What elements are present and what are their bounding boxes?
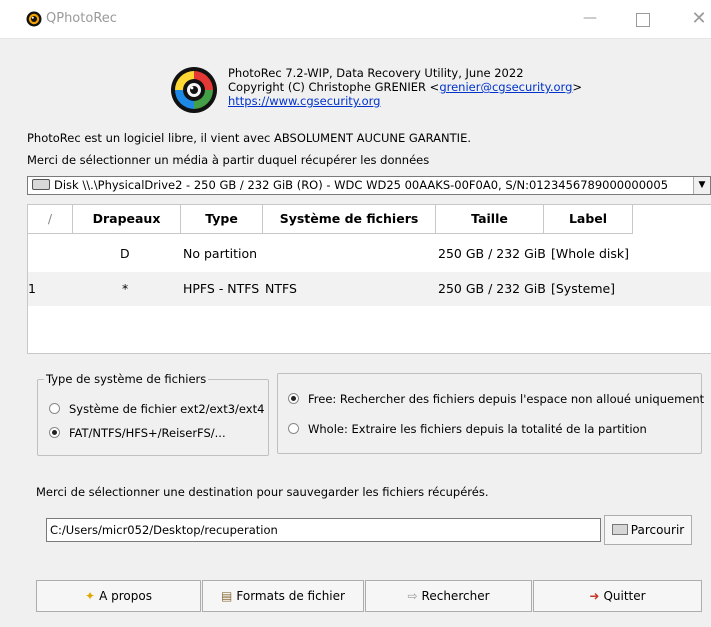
radio-whole-partition[interactable]: Whole: Extraire les fichiers depuis la t… [288,422,647,436]
about-block: PhotoRec 7.2-WIP, Data Recovery Utility,… [228,66,582,108]
star-icon: ✦ [85,589,96,603]
column-header-flags[interactable]: Drapeaux [73,205,181,234]
row-type: No partition [183,246,258,261]
column-header-filesystem[interactable]: Système de fichiers [263,205,436,234]
quit-button[interactable]: ➜ Quitter [533,580,702,612]
search-button[interactable]: ⇨ Rechercher [365,580,532,612]
select-media-label: Merci de sélectionner un média à partir … [27,153,430,167]
radio-button[interactable] [288,423,299,434]
radio-button-selected[interactable] [288,393,299,404]
radio-free-space[interactable]: Free: Rechercher des fichiers depuis l'e… [288,392,704,406]
email-link[interactable]: grenier@cgsecurity.org [439,80,572,94]
row-type: HPFS - NTFS [183,281,260,296]
column-header-label[interactable]: Label [544,205,633,234]
radio-button-selected[interactable] [49,427,60,438]
about-button[interactable]: ✦ A propos [36,580,201,612]
filesystem-type-group: Type de système de fichiers Système de f… [37,372,269,456]
partition-table[interactable]: / Drapeaux Type Système de fichiers Tail… [27,204,711,354]
copyright-text: Copyright (C) Christophe GRENIER <grenie… [228,80,583,94]
radio-fs-fat-ntfs[interactable]: FAT/NTFS/HFS+/ReiserFS/... [49,426,226,440]
row-number: 1 [28,281,36,296]
app-logo-icon [26,11,42,27]
photorec-logo-icon [171,67,217,113]
row-label: [Whole disk] [551,246,629,261]
maximize-button[interactable] [631,8,655,32]
row-filesystem: NTFS [265,281,297,296]
radio-button[interactable] [49,403,60,414]
radio-fs-ext[interactable]: Système de fichier ext2/ext3/ext4 [49,402,264,416]
row-flag: * [122,281,129,296]
row-size: 250 GB / 232 GiB [438,246,546,261]
row-flag: D [120,246,130,261]
license-notice: PhotoRec est un logiciel libre, il vient… [27,131,471,145]
drive-icon [32,179,50,190]
column-header-size[interactable]: Taille [436,205,544,234]
file-formats-icon: ▤ [221,589,233,603]
version-text: PhotoRec 7.2-WIP, Data Recovery Utility,… [228,66,524,80]
website-link[interactable]: https://www.cgsecurity.org [228,94,582,108]
scan-mode-group: Free: Rechercher des fichiers depuis l'e… [277,373,704,454]
browse-button[interactable]: Parcourir [604,515,692,545]
destination-prompt: Merci de sélectionner une destination po… [36,485,489,499]
destination-path-field[interactable]: C:/Users/micr052/Desktop/recuperation [46,518,601,542]
table-row[interactable]: 1 * HPFS - NTFS NTFS 250 GB / 232 GiB [S… [28,272,711,306]
window-title: QPhotoRec [46,11,117,26]
row-label: [Systeme] [551,281,616,296]
title-bar: QPhotoRec — ✕ [0,0,711,39]
folder-icon [611,524,628,535]
column-header-type[interactable]: Type [181,205,263,234]
row-size: 250 GB / 232 GiB [438,281,546,296]
close-button[interactable]: ✕ [687,8,711,32]
minimize-button[interactable]: — [578,8,602,32]
column-header-number[interactable]: / [28,205,73,234]
chevron-down-icon[interactable]: ▼ [693,177,710,194]
exit-door-icon: ➜ [589,589,600,603]
filesystem-type-legend: Type de système de fichiers [44,372,209,386]
disk-dropdown[interactable]: Disk \\.\PhysicalDrive2 - 250 GB / 232 G… [27,176,711,195]
file-formats-button[interactable]: ▤ Formats de fichier [202,580,364,612]
arrow-right-icon: ⇨ [407,589,418,603]
table-row[interactable]: D No partition 250 GB / 232 GiB [Whole d… [28,237,711,271]
disk-dropdown-value: Disk \\.\PhysicalDrive2 - 250 GB / 232 G… [54,178,669,192]
